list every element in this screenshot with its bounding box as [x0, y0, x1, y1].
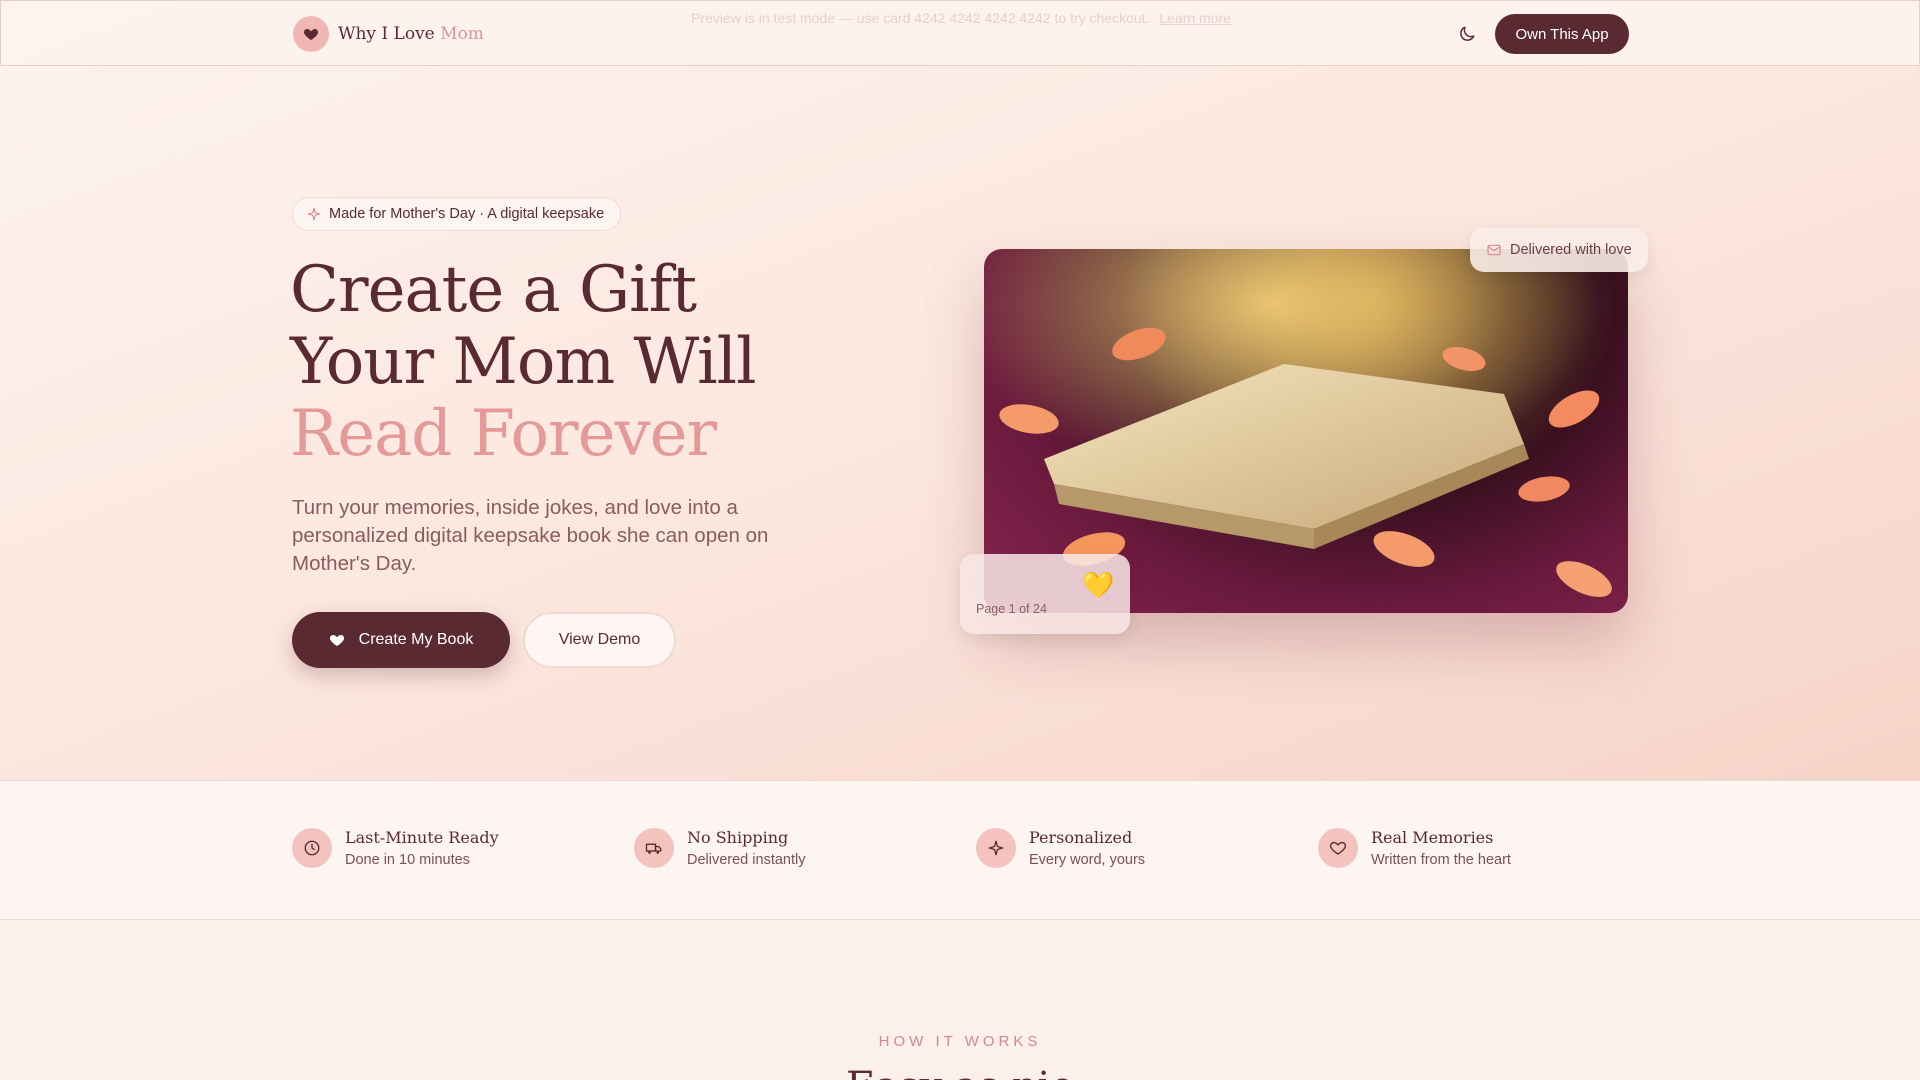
hero-subtext: Turn your memories, inside jokes, and lo… [292, 496, 769, 575]
preview-notice: Preview is in test mode — use card 4242 … [1, 10, 1920, 26]
mail-icon [1487, 244, 1501, 256]
view-demo-button[interactable]: View Demo [523, 612, 676, 668]
feature-title: Last-Minute Ready [345, 828, 499, 847]
heart-icon [1318, 828, 1358, 868]
heart-icon [329, 635, 344, 646]
feature-subtitle: Written from the heart [1371, 852, 1511, 868]
hero-background [0, 0, 1920, 780]
top-navigation-bar: Preview is in test mode — use card 4242 … [0, 0, 1920, 66]
hero-headline: Create a Gift Your Mom Will Read Forever [290, 254, 850, 470]
create-my-book-label: Create My Book [358, 631, 474, 648]
feature-title: No Shipping [687, 828, 789, 847]
feature-subtitle: Delivered instantly [687, 852, 806, 868]
features-strip [0, 780, 1920, 920]
sparkle-icon [976, 828, 1016, 868]
truck-icon [634, 828, 674, 868]
create-my-book-button[interactable]: Create My Book [292, 612, 510, 668]
feature-subtitle: Done in 10 minutes [345, 852, 470, 868]
feature-subtitle: Every word, yours [1029, 852, 1146, 868]
tagline-text: Made for Mother's Day · A digital keepsa… [329, 206, 605, 222]
headline-line-2: Your Mom Will [290, 325, 757, 399]
dark-mode-toggle[interactable] [1457, 24, 1477, 44]
learn-more-link[interactable]: Learn more [1159, 10, 1231, 26]
page-counter: Page 1 of 24 [976, 602, 1047, 616]
preview-notice-text: Preview is in test mode — use card 4242 … [691, 10, 1150, 26]
delivered-badge-text: Delivered with love [1510, 242, 1632, 258]
headline-line-1: Create a Gift [290, 253, 697, 327]
delivered-badge: Delivered with love [1470, 228, 1648, 272]
how-it-works-title: Easy as pie [0, 1063, 1920, 1080]
feature-last-minute: Last-Minute Ready Done in 10 minutes [292, 828, 499, 870]
clock-icon [292, 828, 332, 868]
feature-title: Personalized [1029, 828, 1133, 847]
sparkle-icon [307, 207, 321, 221]
feature-real-memories: Real Memories Written from the heart [1318, 828, 1511, 870]
logo-text: Why I Love Mom [338, 24, 484, 44]
page-preview-card: 💛 Page 1 of 24 [960, 554, 1130, 634]
feature-personalized: Personalized Every word, yours [976, 828, 1145, 870]
headline-line-3: Read Forever [290, 397, 717, 471]
logo-text-accent: Mom [440, 24, 484, 44]
how-it-works-label: HOW IT WORKS [878, 1033, 1042, 1050]
feature-title: Real Memories [1371, 828, 1494, 847]
logo[interactable]: Why I Love Mom [293, 16, 484, 52]
yellow-heart-icon: 💛 [1082, 570, 1115, 600]
moon-icon [1460, 26, 1475, 41]
heart-icon [293, 16, 329, 52]
logo-text-main: Why I Love [338, 24, 435, 44]
own-this-app-button[interactable]: Own This App [1495, 14, 1629, 54]
tagline-pill: Made for Mother's Day · A digital keepsa… [292, 197, 622, 231]
feature-no-shipping: No Shipping Delivered instantly [634, 828, 805, 870]
